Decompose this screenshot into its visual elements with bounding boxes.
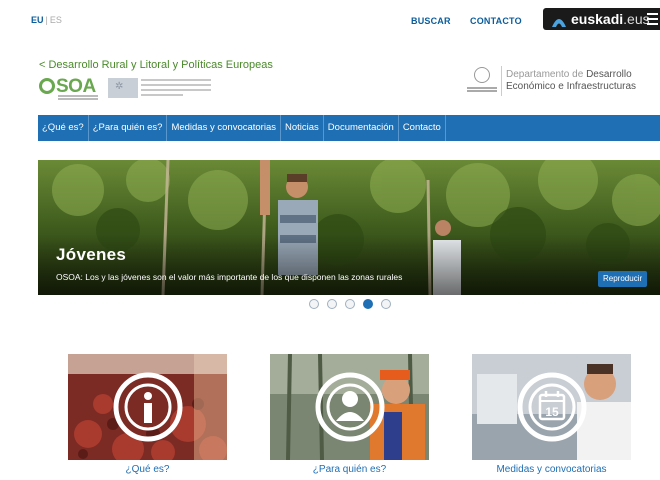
euskadi-logo-icon: [552, 19, 566, 27]
eu-stars-icon: ✲: [115, 81, 124, 92]
euskadi-wordmark-suffix: .eus: [623, 11, 650, 27]
slider-dot-2[interactable]: [327, 299, 337, 309]
hero-slider[interactable]: Jóvenes OSOA: Los y las jóvenes son el v…: [38, 160, 660, 295]
back-link[interactable]: < Desarrollo Rural y Litoral y Políticas…: [39, 59, 273, 71]
main-nav: ¿Qué es? ¿Para quién es? Medidas y convo…: [38, 115, 660, 141]
nav-item-noticias[interactable]: Noticias: [281, 115, 324, 141]
euskadi-wordmark: euskadi.eus: [571, 11, 650, 27]
language-separator: |: [45, 15, 48, 25]
language-switcher: EU | ES: [31, 15, 62, 25]
eu-fund-text: [141, 79, 211, 97]
hero-title: Jóvenes: [56, 245, 127, 264]
department-name[interactable]: Departamento de Desarrollo Económico e I…: [506, 69, 636, 93]
nav-item-para-quien-es[interactable]: ¿Para quién es?: [89, 115, 168, 141]
osoa-logo-o: [39, 78, 55, 94]
card-que-es[interactable]: [68, 354, 227, 460]
calendar-icon-text: 15: [545, 405, 559, 419]
nav-item-contacto[interactable]: Contacto: [399, 115, 446, 141]
slider-dot-5[interactable]: [381, 299, 391, 309]
play-button[interactable]: Reproducir: [598, 271, 648, 287]
calendar-icon: 15: [517, 372, 587, 442]
basque-government-seal-icon: [467, 67, 497, 95]
slider-dot-1[interactable]: [309, 299, 319, 309]
osoa-logo-subtitle: [58, 95, 98, 101]
eu-flag-logo: ✲: [108, 78, 138, 98]
department-name-line2: Económico e Infraestructuras: [506, 81, 637, 92]
card-label-medidas[interactable]: Medidas y convocatorias: [472, 464, 631, 475]
nav-item-documentacion[interactable]: Documentación: [324, 115, 399, 141]
top-bar: EU | ES BUSCAR CONTACTO euskadi.eus: [0, 0, 660, 40]
search-link[interactable]: BUSCAR: [411, 16, 451, 26]
card-label-para-quien-es[interactable]: ¿Para quién es?: [270, 464, 429, 475]
euskadi-portal-button[interactable]: euskadi.eus: [543, 8, 660, 30]
card-label-que-es[interactable]: ¿Qué es?: [68, 464, 227, 475]
person-icon: [315, 372, 385, 442]
nav-item-que-es[interactable]: ¿Qué es?: [38, 115, 89, 141]
slider-dots: [309, 299, 391, 309]
info-icon: [113, 372, 183, 442]
euskadi-wordmark-name: euskadi: [571, 11, 624, 27]
department-name-prefix: Departamento de: [506, 69, 587, 80]
contact-link[interactable]: CONTACTO: [470, 16, 522, 26]
language-es[interactable]: ES: [50, 15, 62, 25]
language-eu[interactable]: EU: [31, 15, 44, 25]
card-para-quien-es[interactable]: [270, 354, 429, 460]
card-medidas[interactable]: 15: [472, 354, 631, 460]
hero-caption: OSOA: Los y las jóvenes son el valor más…: [56, 272, 403, 282]
osoa-logo-text: SOA: [56, 76, 96, 97]
nav-item-medidas[interactable]: Medidas y convocatorias: [167, 115, 281, 141]
slider-dot-3[interactable]: [345, 299, 355, 309]
menu-icon[interactable]: [647, 13, 658, 25]
department-name-bold: Desarrollo: [586, 69, 632, 80]
slider-dot-4[interactable]: [363, 299, 373, 309]
header-divider: [501, 66, 502, 96]
